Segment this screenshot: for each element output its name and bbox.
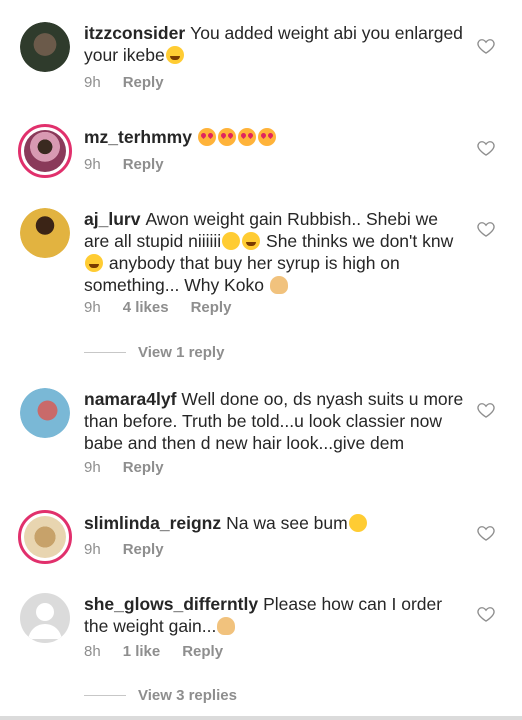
comment-body-2: She thinks we don't knw bbox=[266, 231, 454, 251]
like-heart-icon[interactable] bbox=[476, 138, 496, 158]
avatar-image bbox=[24, 130, 66, 172]
laughing-emoji-icon bbox=[242, 232, 261, 250]
comment-text: itzzconsider You added weight abi you enl… bbox=[84, 22, 464, 66]
comment-text: she_glows_differntly Please how can I ord… bbox=[84, 593, 464, 637]
view-replies-label: View 1 reply bbox=[138, 344, 225, 361]
avatar[interactable] bbox=[20, 208, 70, 258]
comment-body-3: anybody that buy her syrup is high on so… bbox=[84, 253, 400, 295]
wink-emoji-icon bbox=[348, 514, 367, 532]
laughing-emoji-icon bbox=[85, 254, 103, 272]
reply-button[interactable]: Reply bbox=[123, 74, 164, 91]
comment-text: namara4lyf Well done oo, ds nyash suits u… bbox=[84, 388, 464, 454]
comment-time: 9h bbox=[84, 459, 101, 476]
comment-time: 9h bbox=[84, 156, 101, 173]
comment-username[interactable]: mz_terhmmy bbox=[84, 127, 192, 147]
like-heart-icon[interactable] bbox=[476, 36, 496, 56]
avatar[interactable] bbox=[18, 510, 72, 564]
like-heart-icon[interactable] bbox=[476, 523, 496, 543]
bottom-divider bbox=[0, 716, 522, 720]
avatar-image bbox=[24, 516, 66, 558]
separator-line bbox=[84, 695, 126, 696]
heart-eyes-emoji-icon bbox=[217, 128, 236, 146]
comment-username[interactable]: namara4lyf bbox=[84, 389, 176, 409]
comment-text: slimlinda_reignz Na wa see bum bbox=[84, 512, 464, 534]
comment-meta: 9h 4 likes Reply bbox=[84, 299, 253, 316]
comment-meta: 9h Reply bbox=[84, 541, 186, 558]
comment-username[interactable]: itzzconsider bbox=[84, 23, 185, 43]
avatar[interactable] bbox=[20, 593, 70, 643]
comment-time: 9h bbox=[84, 299, 101, 316]
likes-count[interactable]: 1 like bbox=[123, 643, 161, 660]
default-avatar-icon bbox=[28, 603, 62, 639]
comment-time: 9h bbox=[84, 541, 101, 558]
avatar[interactable] bbox=[18, 124, 72, 178]
comment-text: mz_terhmmy bbox=[84, 126, 464, 148]
heart-eyes-emoji-icon bbox=[257, 128, 276, 146]
comment-username[interactable]: she_glows_differntly bbox=[84, 594, 258, 614]
comment-time: 8h bbox=[84, 643, 101, 660]
avatar-image bbox=[20, 22, 70, 72]
comment-meta: 8h 1 like Reply bbox=[84, 643, 245, 660]
comment-username[interactable]: slimlinda_reignz bbox=[84, 513, 221, 533]
reply-button[interactable]: Reply bbox=[123, 459, 164, 476]
comment-username[interactable]: aj_lurv bbox=[84, 209, 140, 229]
avatar[interactable] bbox=[20, 22, 70, 72]
view-replies-label: View 3 replies bbox=[138, 687, 237, 704]
view-replies-button[interactable]: View 3 replies bbox=[84, 687, 237, 704]
avatar[interactable] bbox=[20, 388, 70, 438]
avatar-image bbox=[20, 208, 70, 258]
like-heart-icon[interactable] bbox=[476, 604, 496, 624]
comment-text: aj_lurv Awon weight gain Rubbish.. Shebi … bbox=[84, 208, 464, 296]
like-heart-icon[interactable] bbox=[476, 219, 496, 239]
person-emoji-icon bbox=[217, 617, 236, 635]
comment-meta: 9h Reply bbox=[84, 156, 186, 173]
comment-meta: 9h Reply bbox=[84, 459, 186, 476]
likes-count[interactable]: 4 likes bbox=[123, 299, 169, 316]
separator-line bbox=[84, 352, 126, 353]
like-heart-icon[interactable] bbox=[476, 400, 496, 420]
person-emoji-icon bbox=[269, 276, 288, 294]
comment-meta: 9h Reply bbox=[84, 74, 186, 91]
laughing-emoji-icon bbox=[165, 46, 184, 64]
reply-button[interactable]: Reply bbox=[123, 541, 164, 558]
heart-eyes-emoji-icon bbox=[237, 128, 256, 146]
heart-eyes-emoji-icon bbox=[197, 128, 216, 146]
reply-button[interactable]: Reply bbox=[123, 156, 164, 173]
comment-body: Na wa see bum bbox=[226, 513, 348, 533]
reply-button[interactable]: Reply bbox=[182, 643, 223, 660]
smile-emoji-icon bbox=[222, 232, 241, 250]
view-replies-button[interactable]: View 1 reply bbox=[84, 344, 224, 361]
avatar-image bbox=[20, 388, 70, 438]
reply-button[interactable]: Reply bbox=[191, 299, 232, 316]
comment-time: 9h bbox=[84, 74, 101, 91]
